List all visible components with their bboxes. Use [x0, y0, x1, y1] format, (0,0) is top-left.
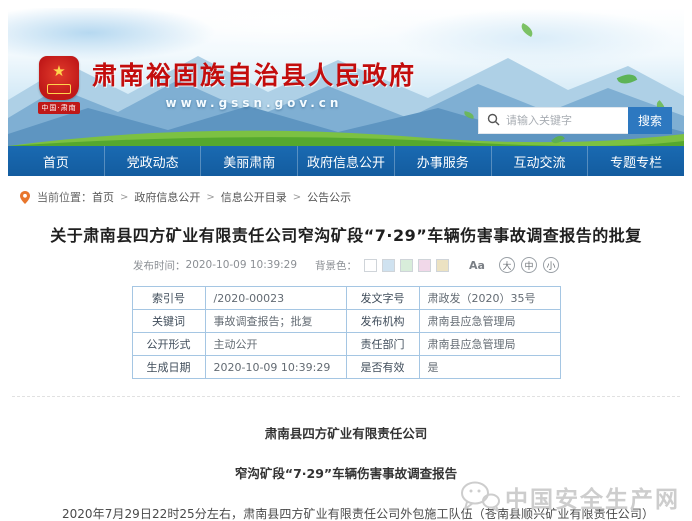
document-paragraph: 2020年7月29日22时25分左右，肃南县四方矿业有限责任公司外包施工队伍（苍… [38, 503, 654, 521]
publish-time-label: 发布时间： [133, 258, 186, 273]
meta-label: 是否有效 [346, 356, 419, 379]
meta-value: 主动公开 [205, 333, 346, 356]
publish-time: 2020-10-09 10:39:29 [186, 259, 298, 271]
location-pin-icon [20, 191, 30, 204]
meta-value: /2020-00023 [205, 287, 346, 310]
meta-value: 事故调查报告；批复 [205, 310, 346, 333]
emblem-caption: 中国·肃南 [38, 102, 79, 114]
font-size-tools: Aa 大 中 小 [469, 257, 559, 273]
document-heading-report: 窄沟矿段“7·29”车辆伤害事故调查报告 [8, 463, 684, 482]
breadcrumb-gov-info[interactable]: 政府信息公开 [134, 189, 200, 205]
nav-item-home[interactable]: 首页 [8, 146, 105, 176]
page: ★ 中国·肃南 肃南裕固族自治县人民政府 www.gssn.gov.cn 搜索 … [0, 0, 692, 521]
breadcrumb-prefix: 当前位置： [37, 189, 92, 205]
search-icon [487, 111, 500, 130]
breadcrumb-info-catalog[interactable]: 信息公开目录 [221, 189, 287, 205]
main-nav: 首页 党政动态 美丽肃南 政府信息公开 办事服务 互动交流 专题专栏 [8, 146, 684, 176]
nav-item-services[interactable]: 办事服务 [395, 146, 492, 176]
font-size-large-button[interactable]: 大 [499, 257, 515, 273]
font-size-small-button[interactable]: 小 [543, 257, 559, 273]
content-area: 当前位置： 首页 > 政府信息公开 > 信息公开目录 > 公告公示 关于肃南县四… [8, 176, 684, 521]
document-meta-table: 索引号 /2020-00023 发文字号 肃政发（2020）35号 关键词 事故… [132, 286, 561, 379]
meta-label: 发文字号 [346, 287, 419, 310]
nav-item-interaction[interactable]: 互动交流 [492, 146, 589, 176]
nav-item-party-news[interactable]: 党政动态 [105, 146, 202, 176]
bg-swatch-white[interactable] [364, 259, 377, 272]
site-banner: ★ 中国·肃南 肃南裕固族自治县人民政府 www.gssn.gov.cn 搜索 [8, 8, 684, 146]
search-input[interactable] [506, 114, 616, 127]
national-emblem-icon: ★ 中国·肃南 [36, 56, 82, 114]
nav-item-beautiful-sunan[interactable]: 美丽肃南 [201, 146, 298, 176]
bg-color-swatches [359, 259, 449, 272]
meta-label: 责任部门 [346, 333, 419, 356]
meta-label: 公开形式 [132, 333, 205, 356]
font-size-medium-button[interactable]: 中 [521, 257, 537, 273]
nav-item-special-topics[interactable]: 专题专栏 [588, 146, 684, 176]
table-row: 生成日期 2020-10-09 10:39:29 是否有效 是 [132, 356, 560, 379]
article-title: 关于肃南县四方矿业有限责任公司窄沟矿段“7·29”车辆伤害事故调查报告的批复 [8, 222, 684, 246]
site-title: 肃南裕固族自治县人民政府 [92, 56, 416, 92]
meta-label: 生成日期 [132, 356, 205, 379]
article-meta-row: 发布时间： 2020-10-09 10:39:29 背景色： Aa 大 中 小 [8, 257, 684, 273]
meta-label: 关键词 [132, 310, 205, 333]
search-box: 搜索 [478, 107, 672, 134]
section-divider [12, 396, 680, 397]
bg-swatch-green[interactable] [400, 259, 413, 272]
nav-item-gov-info[interactable]: 政府信息公开 [298, 146, 395, 176]
meta-value: 肃南县应急管理局 [419, 333, 560, 356]
breadcrumb-announcements[interactable]: 公告公示 [307, 189, 351, 205]
bg-swatch-blue[interactable] [382, 259, 395, 272]
table-row: 索引号 /2020-00023 发文字号 肃政发（2020）35号 [132, 287, 560, 310]
meta-label: 发布机构 [346, 310, 419, 333]
bg-color-label: 背景色： [315, 258, 357, 273]
meta-label: 索引号 [132, 287, 205, 310]
font-size-icon: Aa [469, 259, 485, 272]
bg-swatch-tan[interactable] [436, 259, 449, 272]
search-button[interactable]: 搜索 [628, 107, 672, 134]
meta-value: 2020-10-09 10:39:29 [205, 356, 346, 379]
bg-swatch-pink[interactable] [418, 259, 431, 272]
site-url: www.gssn.gov.cn [92, 96, 416, 110]
breadcrumb-home[interactable]: 首页 [92, 189, 114, 205]
table-row: 关键词 事故调查报告；批复 发布机构 肃南县应急管理局 [132, 310, 560, 333]
meta-value: 是 [419, 356, 560, 379]
breadcrumb: 当前位置： 首页 > 政府信息公开 > 信息公开目录 > 公告公示 [20, 189, 684, 205]
meta-value: 肃政发（2020）35号 [419, 287, 560, 310]
table-row: 公开形式 主动公开 责任部门 肃南县应急管理局 [132, 333, 560, 356]
document-heading-company: 肃南县四方矿业有限责任公司 [8, 423, 684, 442]
site-logo[interactable]: ★ 中国·肃南 肃南裕固族自治县人民政府 www.gssn.gov.cn [36, 56, 416, 114]
meta-value: 肃南县应急管理局 [419, 310, 560, 333]
